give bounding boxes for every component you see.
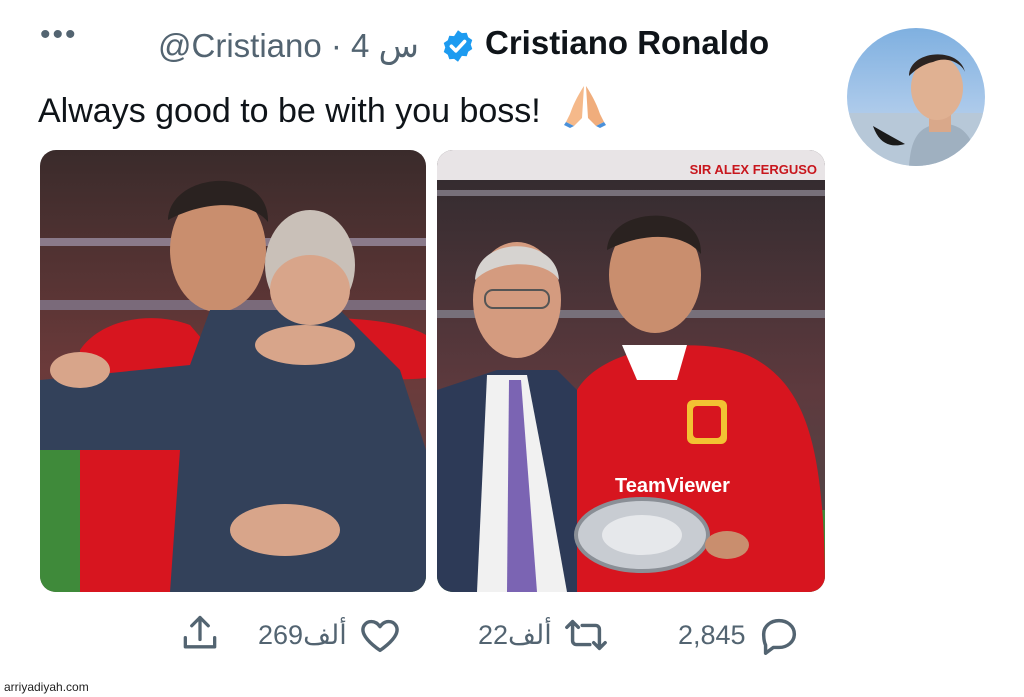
tweet-header: ••• @Cristiano · 4 س Cristiano Ronaldo xyxy=(38,18,828,70)
reply-button[interactable]: 2,845 xyxy=(678,612,802,658)
heart-icon xyxy=(361,619,399,653)
retweet-button[interactable]: 22ألف xyxy=(478,612,610,658)
tweet-image-1[interactable] xyxy=(40,150,426,592)
display-name[interactable]: Cristiano Ronaldo xyxy=(485,24,769,62)
more-options-button[interactable]: ••• xyxy=(40,18,78,52)
reply-icon xyxy=(761,618,796,655)
reply-count: 2,845 xyxy=(678,619,746,650)
avatar[interactable] xyxy=(847,28,985,166)
share-button[interactable] xyxy=(178,612,222,656)
tweet-actions: 269ألف 22ألف 2,845 xyxy=(0,612,1024,662)
tweet-text: Always good to be with you boss! xyxy=(38,82,608,131)
retweet-icon xyxy=(564,619,607,651)
like-count: 269ألف xyxy=(258,619,347,650)
tweet-text-body: Always good to be with you boss! xyxy=(38,92,541,130)
like-button[interactable]: 269ألف xyxy=(258,612,403,658)
share-icon xyxy=(183,615,217,649)
sponsor-text: TeamViewer xyxy=(615,475,730,497)
stadium-banner-text: SIR ALEX FERGUSO xyxy=(690,162,817,177)
watermark: arriyadiyah.com xyxy=(4,680,89,694)
verified-badge-icon xyxy=(443,30,473,62)
tweet-image-2[interactable]: SIR ALEX FERGUSO TeamViewer xyxy=(437,150,825,592)
folded-hands-emoji-icon xyxy=(562,82,608,128)
retweet-count: 22ألف xyxy=(478,619,552,650)
tweet-meta[interactable]: @Cristiano · 4 س xyxy=(158,26,419,65)
